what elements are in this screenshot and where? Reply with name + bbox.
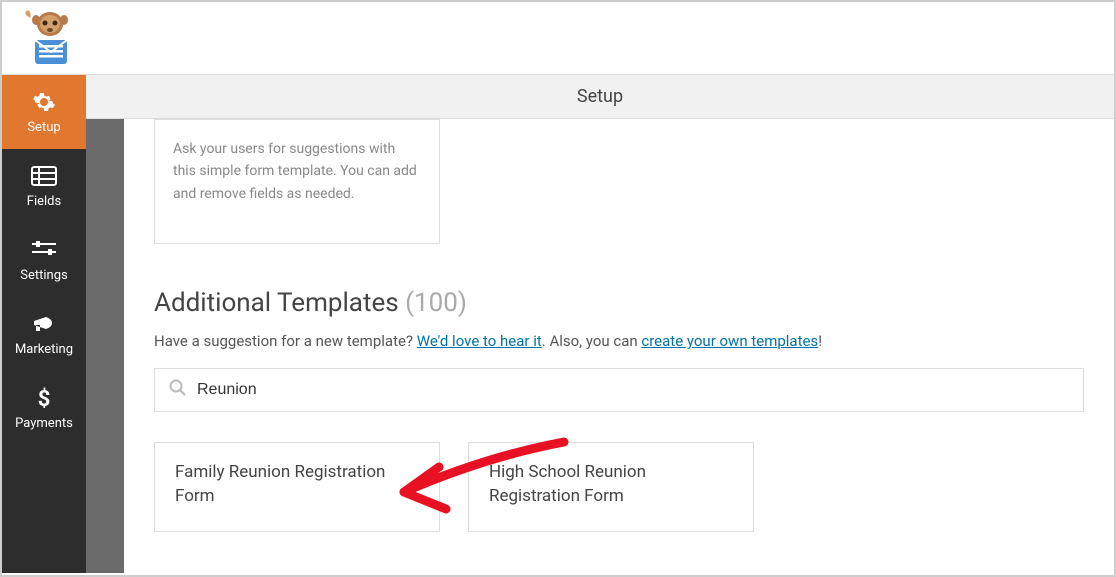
template-card-title: High School Reunion Registration Form bbox=[489, 462, 646, 506]
sidebar-item-marketing[interactable]: Marketing bbox=[2, 297, 86, 371]
sliders-icon bbox=[32, 238, 56, 262]
sidebar-label: Settings bbox=[20, 268, 67, 283]
template-results: Family Reunion Registration Form High Sc… bbox=[154, 442, 1084, 532]
sidebar-item-payments[interactable]: $ Payments bbox=[2, 371, 86, 445]
top-bar bbox=[2, 2, 1114, 75]
template-card[interactable]: Family Reunion Registration Form bbox=[154, 442, 440, 532]
sidebar-label: Fields bbox=[27, 194, 61, 209]
sidebar-label: Setup bbox=[27, 120, 60, 135]
page-body: Ask your users for suggestions with this… bbox=[124, 119, 1114, 573]
bullhorn-icon bbox=[32, 312, 56, 336]
sidebar-item-setup[interactable]: Setup bbox=[2, 75, 86, 149]
search-icon bbox=[169, 379, 187, 401]
suggest-link[interactable]: We'd love to hear it bbox=[417, 332, 542, 350]
template-search-input[interactable] bbox=[197, 381, 1069, 399]
suggest-prefix: Have a suggestion for a new template? bbox=[154, 332, 417, 350]
suggestion-line: Have a suggestion for a new template? We… bbox=[154, 332, 1084, 350]
create-templates-link[interactable]: create your own templates bbox=[641, 332, 818, 350]
sidebar: Setup Fields Settings Marketing $ Paymen… bbox=[2, 75, 86, 573]
template-description-text: Ask your users for suggestions with this… bbox=[173, 141, 417, 202]
sidebar-label: Payments bbox=[15, 416, 73, 431]
list-icon bbox=[31, 164, 57, 188]
section-title-text: Additional Templates bbox=[154, 288, 399, 318]
svg-text:$: $ bbox=[38, 387, 51, 410]
template-search-box[interactable] bbox=[154, 368, 1084, 412]
wpforms-logo bbox=[16, 10, 78, 66]
dollar-icon: $ bbox=[36, 386, 52, 410]
template-count: (100) bbox=[405, 288, 467, 318]
sidebar-item-settings[interactable]: Settings bbox=[2, 223, 86, 297]
template-description-card: Ask your users for suggestions with this… bbox=[154, 119, 440, 244]
template-card-title: Family Reunion Registration Form bbox=[175, 462, 385, 506]
sidebar-item-fields[interactable]: Fields bbox=[2, 149, 86, 223]
content-area: Setup Ask your users for suggestions wit… bbox=[86, 75, 1114, 573]
suggest-mid: . Also, you can bbox=[542, 332, 642, 350]
sidebar-label: Marketing bbox=[15, 342, 73, 357]
gear-icon bbox=[32, 90, 56, 114]
template-card[interactable]: High School Reunion Registration Form bbox=[468, 442, 754, 532]
suggest-suffix: ! bbox=[818, 332, 822, 350]
page-title: Setup bbox=[86, 75, 1114, 119]
additional-templates-heading: Additional Templates (100) bbox=[154, 288, 1084, 318]
